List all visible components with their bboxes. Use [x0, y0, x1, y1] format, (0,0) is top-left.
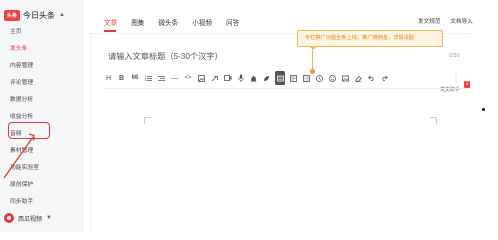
toolbar-divider [104, 88, 472, 89]
header-links: 发文规范 文档导入 [408, 17, 473, 25]
bullet-dot [482, 108, 485, 111]
divider-icon[interactable]: — [170, 71, 179, 85]
tab-active-indicator [104, 30, 116, 32]
quote-icon[interactable]: 66 [130, 71, 140, 85]
sidebar-item-home[interactable]: 主页 [0, 24, 84, 41]
editor-body-corner [144, 117, 151, 124]
tab-gallery[interactable]: 图集 [131, 17, 144, 27]
bold-icon[interactable]: B [117, 71, 126, 85]
heading-icon[interactable]: H [104, 71, 113, 85]
annotation-highlight-box [8, 122, 50, 139]
eraser-icon[interactable] [354, 71, 363, 85]
xigua-video-switch[interactable]: 西瓜视频 ▼ [4, 211, 52, 225]
column-promo-tooltip: 专栏推广功能全新上线，推广赚佣金，详情请戳 [297, 30, 443, 47]
vote-icon[interactable] [249, 71, 258, 85]
brand-name: 今日头条 [23, 10, 55, 20]
image-icon[interactable] [197, 71, 206, 85]
mini-program-icon[interactable] [262, 71, 271, 85]
unordered-list-icon[interactable] [157, 71, 166, 85]
tab-qa[interactable]: 问答 [226, 17, 239, 27]
article-title-input[interactable]: 请输入文章标题（5-30个汉字） [108, 50, 388, 62]
caret-up-icon: ▲ [59, 12, 65, 18]
editor-body-corner [430, 117, 437, 124]
sidebar-item-content-management[interactable]: 内容管理 [0, 58, 84, 75]
tooltip-connector [312, 50, 313, 70]
import-document-link[interactable]: 文档导入 [450, 17, 472, 25]
sidebar: 头条 今日头条 ▲ 主页 发头条 内容管理 评论管理 数据分析 收益分析 音频 … [0, 0, 84, 232]
column-promo-icon[interactable] [275, 71, 285, 85]
sidebar-item-original-protection[interactable]: 原创保护 [0, 177, 84, 194]
sidebar-item-material-management[interactable]: 素材管理 [0, 143, 84, 160]
xigua-video-label: 西瓜视频 [18, 216, 43, 223]
sidebar-item-comment-management[interactable]: 评论管理 [0, 75, 84, 92]
code-icon[interactable]: <> [183, 71, 193, 85]
redo-icon[interactable] [380, 71, 389, 85]
toutiao-logo: 头条 [4, 9, 20, 21]
music-icon[interactable] [341, 71, 350, 85]
tab-micro-post[interactable]: 微头条 [158, 17, 178, 27]
undo-icon[interactable] [367, 71, 376, 85]
title-char-count: 0/30 [449, 53, 460, 59]
emoji-icon[interactable] [328, 71, 337, 85]
sidebar-item-publish[interactable]: 发头条 [0, 41, 84, 58]
tab-article[interactable]: 文章 [104, 17, 117, 27]
editor-toolbar: H B 66 — <> [104, 71, 474, 85]
link-icon[interactable] [210, 71, 219, 85]
sidebar-item-feature-lab[interactable]: 功能实验室 [0, 160, 84, 177]
sidebar-nav: 主页 发头条 内容管理 评论管理 数据分析 收益分析 音频 素材管理 功能实验室… [0, 24, 84, 211]
content-border [90, 34, 91, 232]
caret-down-icon: ▼ [46, 215, 52, 221]
tab-short-video[interactable]: 小视频 [192, 17, 212, 27]
content-type-tabs: 文章 图集 微头条 小视频 问答 [104, 17, 253, 27]
more-icon[interactable]: · · · [452, 72, 460, 85]
xigua-logo-icon [4, 213, 14, 223]
tooltip-arrow [309, 46, 317, 50]
audio-icon[interactable] [236, 71, 245, 85]
sidebar-item-sync-assistant[interactable]: 同步助手 [0, 194, 84, 211]
publishing-guidelines-link[interactable]: 发文规范 [418, 17, 440, 25]
sidebar-item-data-analysis[interactable]: 数据分析 [0, 92, 84, 109]
ordered-list-icon[interactable] [144, 71, 153, 85]
video-icon[interactable] [223, 71, 232, 85]
helper-badge: 1 [464, 81, 470, 88]
product-card-icon[interactable] [289, 71, 298, 85]
form-icon[interactable] [302, 71, 311, 85]
location-icon[interactable] [315, 71, 324, 85]
brand[interactable]: 头条 今日头条 ▲ [4, 7, 65, 23]
